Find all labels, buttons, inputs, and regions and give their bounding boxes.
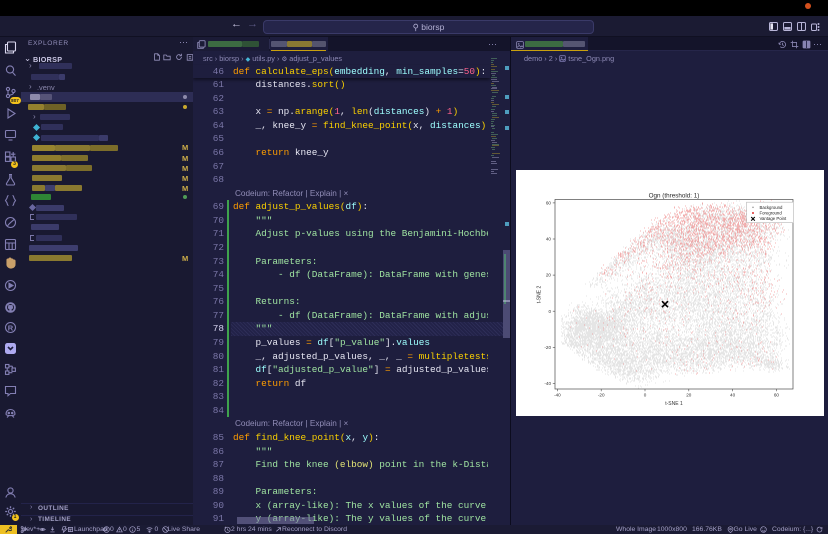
svg-text:Ogn (threshold: 1): Ogn (threshold: 1) [648,192,699,199]
svg-text:40: 40 [730,392,736,397]
svg-text:40: 40 [545,236,551,241]
svg-text:t-SNE 1: t-SNE 1 [665,401,683,407]
svg-text:0: 0 [643,392,646,397]
svg-text:20: 20 [545,272,551,277]
svg-text:0: 0 [548,308,551,313]
svg-text:Background: Background [759,204,783,209]
svg-text:-40: -40 [544,381,551,386]
svg-text:Foreground: Foreground [759,210,782,215]
svg-text:Vantage Point: Vantage Point [759,216,786,221]
svg-text:20: 20 [686,392,692,397]
svg-text:60: 60 [773,392,779,397]
svg-text:60: 60 [545,200,551,205]
svg-text:-20: -20 [597,392,604,397]
svg-text:-20: -20 [544,344,551,349]
svg-text:-40: -40 [554,392,561,397]
svg-text:t-SNE 2: t-SNE 2 [536,285,542,303]
svg-text:R: R [8,323,14,332]
